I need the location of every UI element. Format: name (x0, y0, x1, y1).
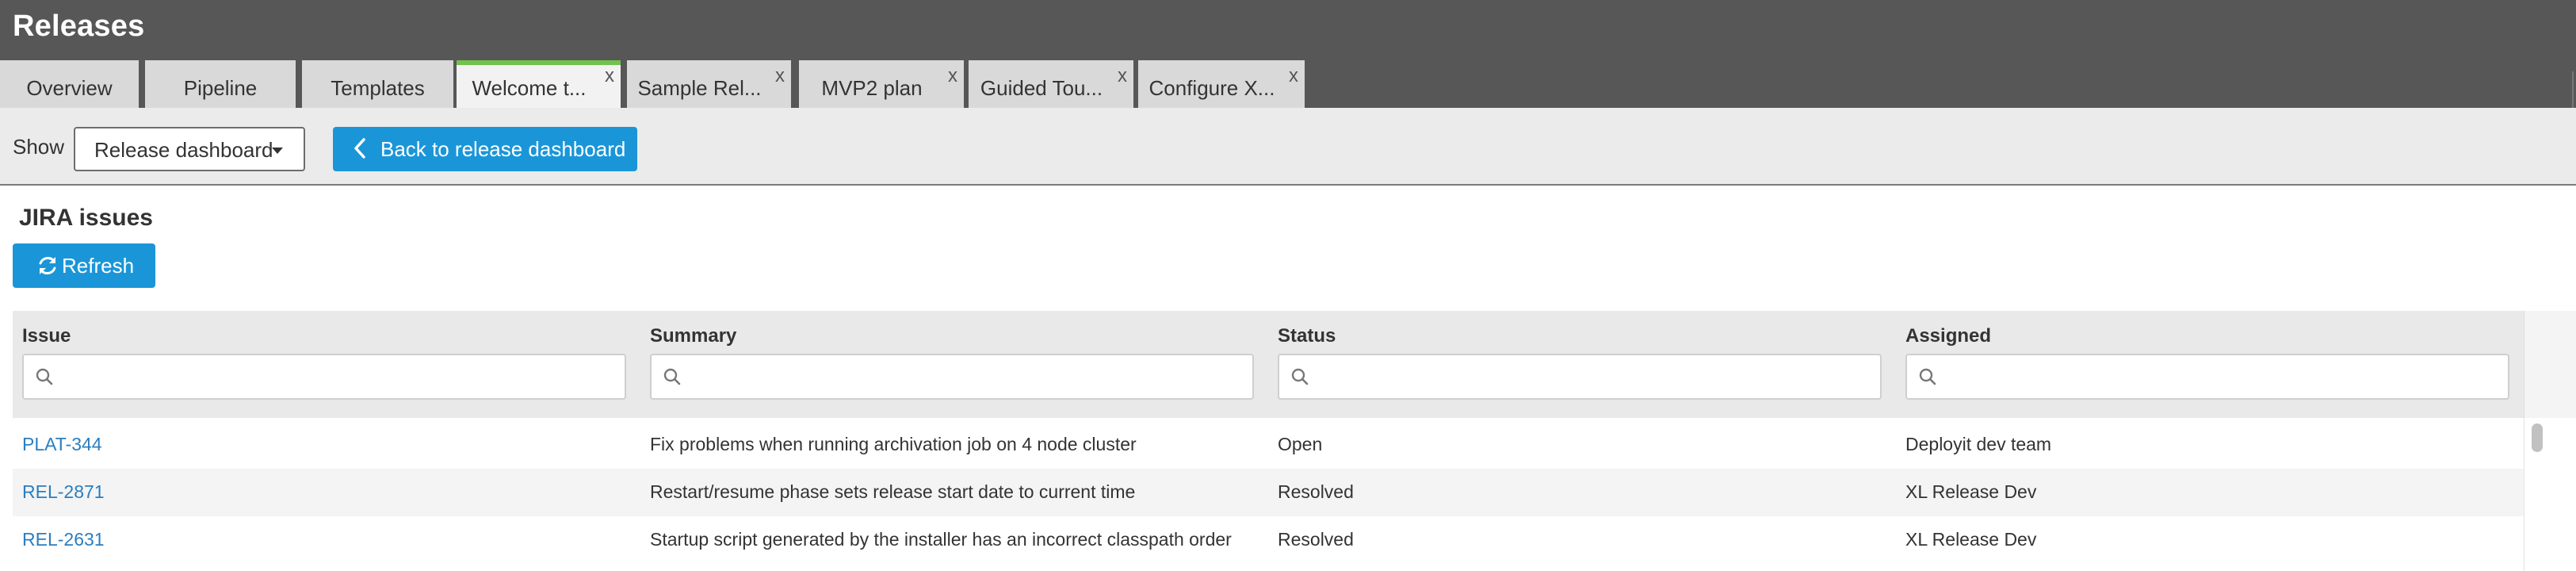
tab-label: Guided Tou... (980, 76, 1103, 100)
tab-close-icon[interactable]: x (605, 67, 614, 86)
issue-status: Open (1278, 434, 1323, 454)
issue-link[interactable]: PLAT-344 (22, 434, 102, 455)
column-header-summary[interactable]: Summary (650, 325, 736, 347)
status-filter-input[interactable] (1278, 354, 1882, 400)
table-row (13, 516, 2524, 564)
search-icon (36, 368, 53, 385)
tab-label: Configure X... (1148, 76, 1275, 100)
issue-summary: Restart/resume phase sets release start … (650, 481, 1136, 502)
search-icon (663, 368, 681, 385)
dashboard-select[interactable]: Release dashboard (74, 127, 305, 171)
tab-close-icon[interactable]: x (1289, 67, 1298, 86)
caret-down-icon (272, 148, 283, 154)
column-header-assigned[interactable]: Assigned (1905, 325, 1991, 347)
tab-close-icon[interactable]: x (948, 67, 957, 86)
issue-summary: Fix problems when running archivation jo… (650, 434, 1137, 454)
dashboard-select-value: Release dashboard (94, 138, 273, 162)
tab-configure[interactable]: Configure X... x (1138, 60, 1305, 108)
issue-link[interactable]: REL-2631 (22, 529, 105, 550)
issue-assignee: XL Release Dev (1905, 481, 2037, 502)
issue-status: Resolved (1278, 529, 1354, 550)
tab-welcome[interactable]: Welcome t... x (457, 60, 621, 108)
back-button-label: Back to release dashboard (380, 137, 626, 161)
chevron-left-icon (354, 138, 365, 159)
scrollbar-thumb[interactable] (2532, 423, 2543, 452)
issue-filter-input[interactable] (22, 354, 626, 400)
section-title: JIRA issues (19, 205, 153, 231)
issue-assignee: XL Release Dev (1905, 529, 2037, 550)
tab-close-icon[interactable]: x (1118, 67, 1127, 86)
tab-label: Welcome t... (472, 76, 587, 100)
tab-templates[interactable]: Templates (302, 60, 453, 108)
tab-label: Sample Rel... (637, 76, 762, 100)
issue-link[interactable]: REL-2871 (22, 481, 105, 503)
summary-filter-input[interactable] (650, 354, 1254, 400)
show-label: Show (13, 135, 65, 159)
tab-label: Templates (331, 76, 425, 100)
tab-label: Overview (26, 76, 113, 100)
search-icon (1291, 368, 1309, 385)
app-title: Releases (13, 10, 145, 43)
refresh-button[interactable]: Refresh (13, 243, 155, 288)
header-divider (2572, 71, 2574, 108)
tab-label: Pipeline (183, 76, 258, 100)
column-header-status[interactable]: Status (1278, 325, 1336, 347)
back-to-dashboard-button[interactable]: Back to release dashboard (333, 127, 637, 171)
tab-sample-release[interactable]: Sample Rel... x (627, 60, 791, 108)
tab-mvp2-plan[interactable]: MVP2 plan x (799, 60, 964, 108)
table-row (13, 421, 2524, 469)
search-icon (1919, 368, 1936, 385)
tab-guided-tour[interactable]: Guided Tou... x (969, 60, 1133, 108)
assigned-filter-input[interactable] (1905, 354, 2509, 400)
tab-overview[interactable]: Overview (0, 60, 139, 108)
issue-assignee: Deployit dev team (1905, 434, 2052, 454)
issue-summary: Startup script generated by the installe… (650, 529, 1232, 550)
tab-close-icon[interactable]: x (775, 67, 785, 86)
toolbar: Show Release dashboard Back to release d… (0, 108, 2576, 186)
table-row (13, 469, 2524, 516)
refresh-icon (39, 257, 56, 274)
column-header-issue[interactable]: Issue (22, 325, 71, 347)
refresh-button-label: Refresh (62, 254, 135, 278)
table-header-spacer (2524, 311, 2576, 418)
issue-status: Resolved (1278, 481, 1354, 502)
tab-label: MVP2 plan (821, 76, 923, 100)
tab-pipeline[interactable]: Pipeline (145, 60, 296, 108)
